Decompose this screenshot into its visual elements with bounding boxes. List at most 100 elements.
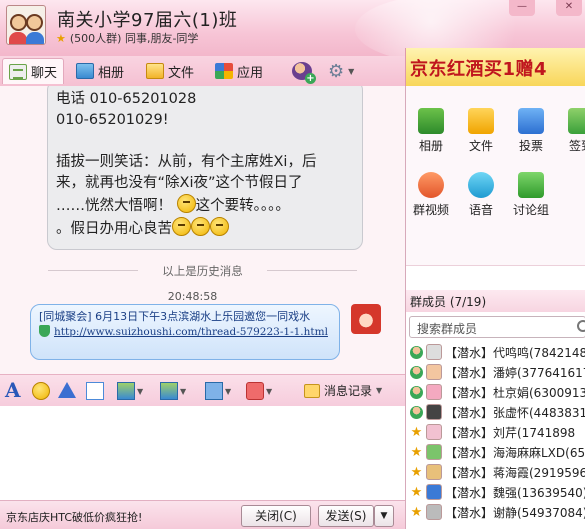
member-role-icon xyxy=(410,365,423,379)
settings-button[interactable]: ⚙ ▼ xyxy=(328,58,354,84)
folder-icon xyxy=(146,63,164,79)
member-name: 【潜水】海海麻麻LXD(654 xyxy=(445,445,585,460)
member-name: 【潜水】刘芹(1741898 xyxy=(445,425,576,440)
tab-chat[interactable]: 聊天 xyxy=(2,58,65,84)
members-header: 群成员 (7/19) xyxy=(406,290,585,312)
app-vote-label: 投票 xyxy=(518,139,543,153)
emoticon-icon xyxy=(172,217,191,236)
message-line: 插拔一则笑话：从前，有个主席姓Xi，后 xyxy=(56,154,317,170)
app-album[interactable]: 相册 xyxy=(406,108,456,154)
close-window-button[interactable]: ✕ xyxy=(556,0,582,16)
avatar xyxy=(426,484,442,500)
star-icon: ★ xyxy=(410,504,423,520)
message-history-button[interactable]: 消息记录 ▼ xyxy=(304,382,382,399)
vote-icon[interactable] xyxy=(246,382,264,400)
member-search-placeholder: 搜索群成员 xyxy=(417,322,478,336)
member-item[interactable]: ★ 【潜水】蒋海霞(29195964) xyxy=(406,462,585,482)
group-video-icon xyxy=(418,172,444,198)
member-name: 【潜水】潘婷(377641617) xyxy=(445,365,585,380)
message-text: [同城聚会] 6月13日下午3点滨湖水上乐园邀您一同戏水 xyxy=(39,310,311,323)
photo-icon[interactable] xyxy=(160,382,178,400)
app-sign-in[interactable]: 签到 xyxy=(556,108,585,154)
message-blank-line xyxy=(56,131,352,152)
bottom-ad-link[interactable]: 京东店庆HTC破低价疯狂抢! xyxy=(6,509,142,525)
font-icon[interactable]: A xyxy=(5,378,23,402)
avatar xyxy=(426,464,442,480)
app-discussion[interactable]: 讨论组 xyxy=(506,172,556,218)
right-panel: 相册 文件 投票 签到 群视频 语音 讨论组 群成员 (7/19) 搜索群成员 … xyxy=(405,86,585,529)
app-voice[interactable]: 语音 xyxy=(456,172,506,218)
apps-icon xyxy=(215,63,233,79)
member-item[interactable]: ★ 【潜水】刘芹(1741898 xyxy=(406,422,585,442)
send-options-button[interactable]: ▼ xyxy=(374,505,394,527)
ad-banner[interactable]: 京东红酒买1赠4 xyxy=(405,48,585,86)
chat-icon xyxy=(9,63,27,80)
message-line: ……恍然大悟啊！ xyxy=(56,198,172,214)
minimize-button[interactable]: — xyxy=(509,0,535,16)
add-member-button[interactable] xyxy=(292,58,316,84)
star-icon: ★ xyxy=(410,484,423,500)
app-file[interactable]: 文件 xyxy=(456,108,506,154)
app-album-label: 相册 xyxy=(418,139,443,153)
avatar xyxy=(426,424,442,440)
member-item[interactable]: ★ 【潜水】魏强(13639540) xyxy=(406,482,585,502)
member-role-icon xyxy=(410,345,423,359)
close-button[interactable]: 关闭(C) xyxy=(241,505,311,527)
magic-expression-icon[interactable] xyxy=(58,382,76,398)
avatar xyxy=(426,404,442,420)
member-item[interactable]: 【潜水】代鸣鸣(78421485) xyxy=(406,342,585,362)
tab-album[interactable]: 相册 xyxy=(76,58,124,84)
ad-banner-text: 京东红酒买1赠4 xyxy=(410,59,548,80)
member-name: 【潜水】魏强(13639540) xyxy=(445,485,585,500)
send-button[interactable]: 发送(S) xyxy=(318,505,374,527)
album-app-icon xyxy=(418,108,444,134)
smile-icon[interactable] xyxy=(32,382,50,400)
chevron-down-icon[interactable]: ▼ xyxy=(180,387,186,396)
app-group-video[interactable]: 群视频 xyxy=(406,172,456,218)
new-message-bubble: [同城聚会] 6月13日下午3点滨湖水上乐园邀您一同戏水 http://www.… xyxy=(30,304,340,360)
screenshot-icon[interactable] xyxy=(205,382,223,400)
chevron-down-icon[interactable]: ▼ xyxy=(137,387,143,396)
chevron-down-icon[interactable]: ▼ xyxy=(225,387,231,396)
group-avatar[interactable] xyxy=(6,5,46,45)
app-file-label: 文件 xyxy=(468,139,493,153)
member-item[interactable]: 【潜水】潘婷(377641617) xyxy=(406,362,585,382)
tab-file[interactable]: 文件 xyxy=(146,58,194,84)
avatar xyxy=(426,504,442,520)
file-app-icon xyxy=(468,108,494,134)
shield-icon xyxy=(39,325,50,337)
app-vote[interactable]: 投票 xyxy=(506,108,556,154)
message-line: 010-65201029! xyxy=(56,112,169,128)
message-line: 电话 010-65201028 xyxy=(56,91,197,107)
sender-avatar[interactable] xyxy=(351,304,381,334)
tab-apps[interactable]: 应用 xyxy=(215,58,263,84)
member-search-input[interactable]: 搜索群成员 xyxy=(409,316,585,338)
message-link[interactable]: http://www.suizhoushi.com/thread-579223-… xyxy=(54,326,328,338)
member-role-icon xyxy=(410,385,423,399)
app-grid: 相册 文件 投票 签到 群视频 语音 讨论组 xyxy=(406,86,585,266)
member-name: 【潜水】杜京娟(630091346) xyxy=(445,385,585,400)
message-input[interactable] xyxy=(0,406,405,500)
note-icon[interactable] xyxy=(86,382,104,400)
sign-in-app-icon xyxy=(568,108,585,134)
voice-icon xyxy=(468,172,494,198)
member-item[interactable]: 【潜水】张虚怀(44838318) xyxy=(406,402,585,422)
message-line: 来，就再也没有“除Xi夜”这个节假日了 xyxy=(56,175,303,191)
star-icon: ★ xyxy=(56,32,66,45)
search-icon[interactable] xyxy=(577,320,585,332)
member-item[interactable]: ★ 【潜水】谢静(54937084) xyxy=(406,502,585,522)
avatar xyxy=(426,444,442,460)
chevron-down-icon: ▼ xyxy=(376,386,383,395)
member-item[interactable]: ★ 【潜水】海海麻麻LXD(654 xyxy=(406,442,585,462)
close-icon: ✕ xyxy=(564,1,574,12)
member-item[interactable]: 【潜水】杜京娟(630091346) xyxy=(406,382,585,402)
member-name: 【潜水】张虚怀(44838318) xyxy=(445,405,585,420)
message-history-label: 消息记录 xyxy=(324,384,373,398)
image-icon[interactable] xyxy=(117,382,135,400)
discussion-icon xyxy=(518,172,544,198)
chevron-down-icon[interactable]: ▼ xyxy=(266,387,272,396)
main-toolbar: 聊天 相册 文件 应用 ⚙ ▼ xyxy=(0,56,405,86)
chat-messages-area[interactable]: 电话 010-65201028 010-65201029! 插拔一则笑话：从前，… xyxy=(0,86,405,374)
add-user-icon xyxy=(292,62,316,84)
history-message-bubble: 电话 010-65201028 010-65201029! 插拔一则笑话：从前，… xyxy=(47,86,363,250)
